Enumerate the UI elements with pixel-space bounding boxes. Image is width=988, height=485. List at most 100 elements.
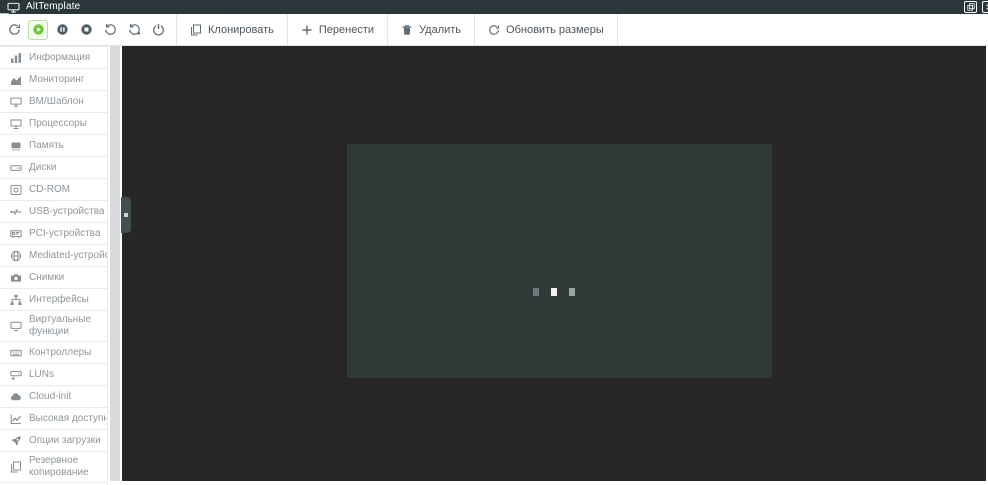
camera-icon [10,272,22,284]
sidebar-item-boot-options[interactable]: Опции загрузки [0,430,107,452]
memory-icon [10,140,22,152]
sidebar-item-label: CD-ROM [29,184,70,196]
sidebar-item-label: PCI-устройства [29,228,101,240]
restart-icon [104,23,117,36]
stop-circle-icon [80,23,93,36]
resize-button-label: Обновить размеры [506,24,604,36]
sidebar-item-label: Интерфейсы [29,294,89,306]
refresh-button[interactable] [4,20,24,40]
sidebar-item-label: LUNs [29,369,54,381]
sidebar-item-label: Cloud-init [29,391,71,403]
sidebar-item-label: Процессоры [29,118,87,130]
trash-icon [401,24,413,36]
sidebar-item-vm-template[interactable]: ВМ/Шаблон [0,91,107,113]
toolbar: Клонировать Перенести Удалить Обновить разм… [0,14,988,46]
sidebar-item-label: Mediated-устройства [29,250,108,262]
power-icon [152,23,165,36]
handle-dot-icon [124,213,128,217]
sidebar-item-usb-devices[interactable]: USB-устройства [0,201,107,223]
sidebar-item-virtual-functions[interactable]: Виртуальные функции [0,311,107,342]
sidebar-item-label: ВМ/Шаблон [29,96,84,108]
console-screen[interactable] [347,144,772,378]
window-titlebar: AltTemplate [0,0,988,14]
sidebar-item-label: Виртуальные функции [29,314,93,338]
sidebar-item-monitoring[interactable]: Мониторинг [0,69,107,91]
move-button-label: Перенести [319,24,374,36]
sidebar-item-label: Опции загрузки [29,435,101,447]
play-circle-icon [32,23,45,36]
sidebar: Информация Мониторинг ВМ/Шаблон Процессоры П… [0,46,108,485]
sidebar-item-label: USB-устройства [29,206,104,218]
sidebar-item-label: Высокая доступность [29,413,108,425]
line-chart-icon [10,413,22,425]
desktop-icon [10,118,22,130]
resize-button[interactable]: Обновить размеры [474,14,618,45]
monitor-icon [7,2,20,13]
toolbar-actions: Клонировать Перенести Удалить Обновить разм… [176,14,618,45]
window-controls [964,1,988,13]
plus-icon [301,24,313,36]
sidebar-item-backup[interactable]: Резервное копирование [0,452,107,483]
sidebar-item-disks[interactable]: Диски [0,157,107,179]
sidebar-item-memory[interactable]: Память [0,135,107,157]
loading-indicator [533,288,575,296]
loading-dot-1 [533,288,539,296]
sidebar-item-interfaces[interactable]: Интерфейсы [0,289,107,311]
sidebar-item-high-availability[interactable]: Высокая доступность [0,408,107,430]
panel-collapse-handle[interactable] [121,197,131,233]
hdd-plus-icon [10,369,22,381]
keyboard-icon [10,347,22,359]
delete-button-label: Удалить [419,24,461,36]
clone-icon [190,24,202,36]
refresh-icon [8,23,21,36]
sidebar-item-controllers[interactable]: Контроллеры [0,342,107,364]
hdd-icon [10,162,22,174]
close-window-button[interactable] [982,1,988,13]
sidebar-item-info[interactable]: Информация [0,47,107,69]
clone-button-label: Клонировать [208,24,274,36]
loading-dot-3 [569,288,575,296]
rocket-icon [10,435,22,447]
monitor-icon [10,96,22,108]
reboot-button[interactable] [100,20,120,40]
restore-icon [967,3,975,11]
sidebar-item-label: Снимки [29,272,64,284]
globe-icon [10,250,22,262]
suspend-button[interactable] [52,20,72,40]
move-button[interactable]: Перенести [287,14,387,45]
force-reboot-button[interactable] [124,20,144,40]
shutdown-button[interactable] [76,20,96,40]
toolbar-vm-controls [0,14,176,45]
restore-window-button[interactable] [964,1,977,13]
sidebar-scrollbar[interactable] [110,46,120,481]
sidebar-item-luns[interactable]: LUNs [0,364,107,386]
usb-icon [10,206,22,218]
loading-dot-2 [551,288,557,296]
pause-circle-icon [56,23,69,36]
sidebar-item-label: Диски [29,162,56,174]
area-chart-icon [10,74,22,86]
sidebar-item-cloud-init[interactable]: Cloud-init [0,386,107,408]
cd-icon [10,184,22,196]
sidebar-item-snapshots[interactable]: Снимки [0,267,107,289]
copy-icon [10,461,22,473]
sidebar-item-label: Мониторинг [29,74,84,86]
sidebar-item-label: Информация [29,52,90,64]
sidebar-item-label: Контроллеры [29,347,91,359]
sync-icon [488,24,500,36]
delete-button[interactable]: Удалить [387,14,474,45]
cloud-icon [10,391,22,403]
sidebar-item-cdrom[interactable]: CD-ROM [0,179,107,201]
sidebar-item-processors[interactable]: Процессоры [0,113,107,135]
power-off-button[interactable] [148,20,168,40]
sidebar-item-pci-devices[interactable]: PCI-устройства [0,223,107,245]
pci-icon [10,228,22,240]
sidebar-item-mediated-devices[interactable]: Mediated-устройства [0,245,107,267]
restart-force-icon [128,23,141,36]
start-button[interactable] [28,20,48,40]
close-icon [985,3,988,11]
vf-monitor-icon [10,320,22,332]
sidebar-item-label: Резервное копирование [29,455,93,479]
sitemap-icon [10,294,22,306]
clone-button[interactable]: Клонировать [176,14,287,45]
